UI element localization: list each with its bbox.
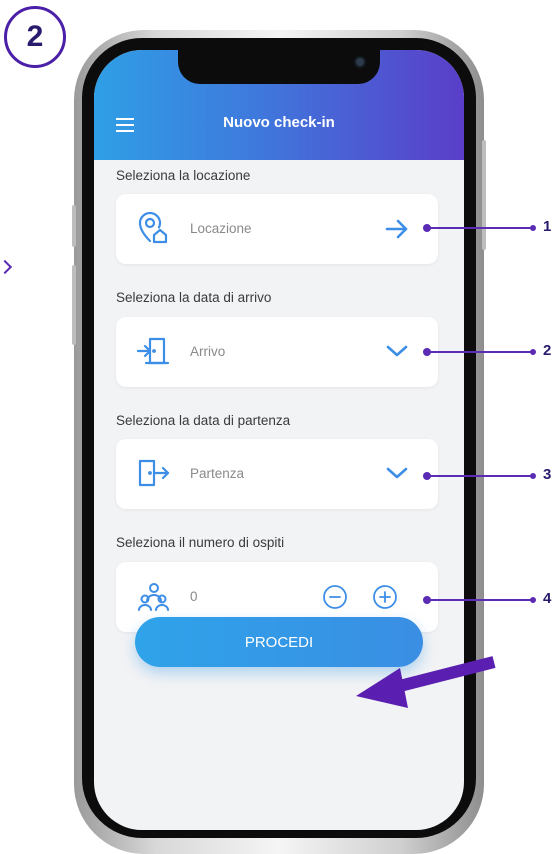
phone-notch [178,50,380,84]
camera-icon [356,58,364,66]
callout-line [430,475,534,477]
callout-number: 3 [543,466,552,483]
plus-circle-icon[interactable] [372,584,398,615]
callout-number: 1 [543,218,552,235]
callout-number: 2 [543,342,552,359]
departure-card[interactable]: Partenza [116,439,438,509]
callout-dot [530,349,536,355]
location-placeholder: Locazione [190,221,252,236]
departure-placeholder: Partenza [190,466,245,481]
callout-number: 4 [543,590,552,607]
arrow-tip-icon [0,259,13,275]
guests-count: 0 [190,589,198,604]
departure-label: Seleziona la data di partenza [116,413,291,428]
pointer-arrow-icon [356,656,496,708]
location-label: Seleziona la locazione [116,168,251,183]
callout-line [430,351,534,353]
phone-side-button [72,265,76,345]
arrow-right-icon[interactable] [384,216,410,247]
phone-side-button [482,140,486,250]
callout-dot [530,225,536,231]
chevron-down-icon[interactable] [384,463,410,488]
door-exit-icon [136,456,172,492]
callout-line [430,599,534,601]
location-card[interactable]: Locazione [116,194,438,264]
door-enter-icon [136,334,172,370]
callout-line [430,227,534,229]
guests-label: Seleziona il numero di ospiti [116,535,285,550]
arrival-label: Seleziona la data di arrivo [116,290,272,305]
callout-dot [530,597,536,603]
step-number: 2 [26,20,44,53]
location-home-icon [136,211,172,247]
arrival-card[interactable]: Arrivo [116,317,438,387]
chevron-down-icon[interactable] [384,341,410,366]
phone-side-button [72,205,76,247]
guests-icon [136,579,172,615]
minus-circle-icon[interactable] [322,584,348,615]
page-title: Nuovo check-in [223,114,335,131]
step-badge: 2 [4,6,66,68]
callout-dot [530,473,536,479]
arrival-placeholder: Arrivo [190,344,226,359]
